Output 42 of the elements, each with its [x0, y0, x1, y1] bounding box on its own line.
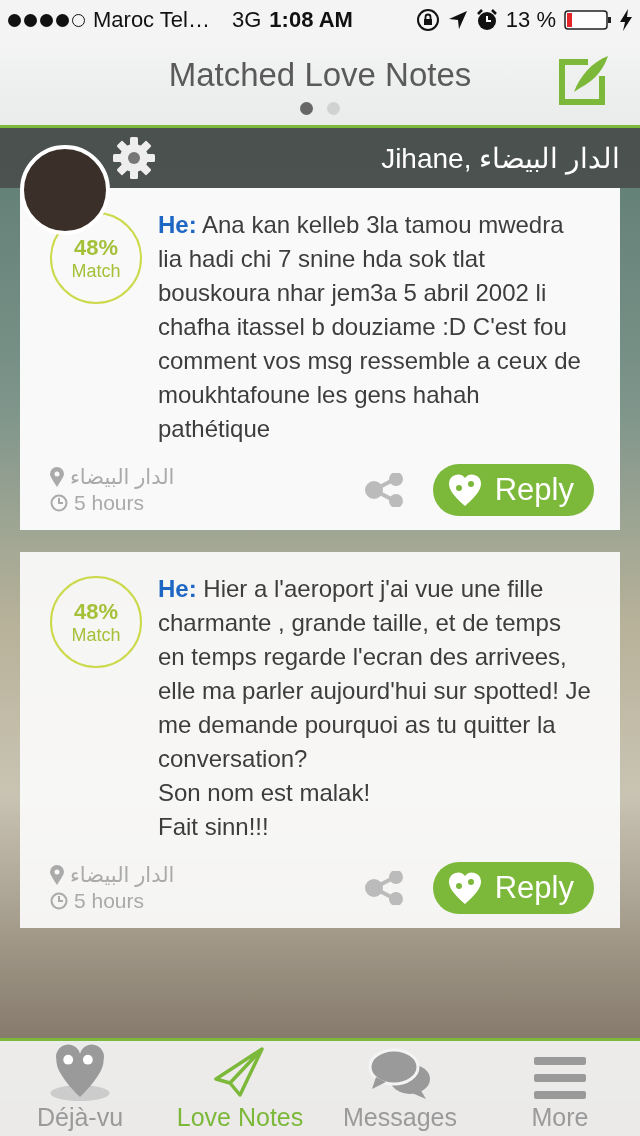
battery-percent: 13 % [505, 7, 556, 33]
clock-icon [50, 892, 68, 910]
match-label: Match [71, 260, 121, 282]
note-time: 5 hours [74, 889, 145, 913]
map-pin-icon [48, 1042, 112, 1101]
carrier-name: Maroc Tel… [93, 7, 210, 33]
charging-bolt-icon [620, 9, 632, 31]
clock-time: 1:08 AM [269, 7, 353, 33]
rotation-lock-icon [415, 8, 440, 32]
menu-icon [534, 1055, 586, 1101]
network-type: 3G [231, 7, 262, 33]
heart-icon [446, 472, 483, 508]
match-percent: 48% [73, 234, 118, 261]
location-pin-icon [50, 467, 64, 487]
profile-name: Jihane, الدار البيضاء [381, 141, 620, 175]
compose-icon[interactable] [558, 54, 610, 106]
page-indicator-dot[interactable] [300, 102, 313, 115]
note-time: 5 hours [74, 491, 145, 515]
note-location: الدار البيضاء [70, 863, 175, 887]
clock-icon [50, 494, 68, 512]
match-label: Match [71, 624, 121, 646]
location-arrow-icon [447, 10, 468, 30]
tab-bar-item[interactable]: Déjà-vu [0, 1041, 160, 1136]
alarm-icon [475, 9, 498, 31]
tab-bar-item[interactable]: More [480, 1041, 640, 1136]
note-message: He: Ana kan kelleb 3la tamou mwedra lia hadi chi 7 snine hda sok tlat bouskoura nhar jem3a 5 abril 2002 li chafha itassel b douziame :D C'est fou comment vos msg ressemble a ceux de moukhtafoune les gens hahah pathétique [158, 210, 582, 444]
chat-bubbles-icon [368, 1047, 432, 1101]
note-message: He: Hier a l'aeroport j'ai vue une fille charmante , grande taille, et de temps en temps regarde l'ecran des arrivees, elle ma parler aujourd'hui sur spotted! Je me demande pourquoi as tu quitter la conversation? Son nom est malak! Fait sinn!!! [158, 574, 592, 842]
reply-button[interactable]: Reply [432, 464, 594, 516]
note-location: الدار البيضاء [70, 465, 175, 489]
tab-bar-item[interactable]: Love Notes [160, 1041, 320, 1136]
battery-icon [564, 10, 612, 30]
tab-bar-item[interactable]: Messages [320, 1041, 480, 1136]
page-title: Matched Love Notes [168, 56, 472, 94]
share-icon[interactable] [364, 473, 403, 507]
heart-icon [446, 870, 483, 906]
settings-icon[interactable] [112, 136, 156, 180]
share-icon[interactable] [364, 871, 403, 905]
reply-button[interactable]: Reply [432, 862, 594, 914]
location-pin-icon [50, 865, 64, 885]
page-indicator-dot[interactable] [327, 102, 340, 115]
match-percent: 48% [73, 598, 118, 625]
